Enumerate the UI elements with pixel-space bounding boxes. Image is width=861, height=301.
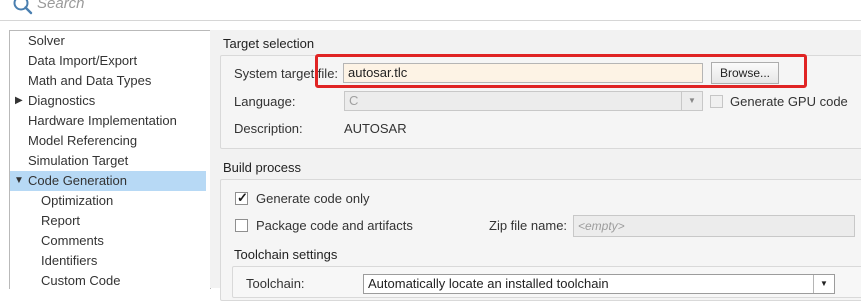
search-bar[interactable]: Search	[0, 0, 861, 21]
tree-item-code-generation[interactable]: ▼ Code Generation	[10, 171, 206, 191]
language-select[interactable]: C ▼	[344, 91, 703, 111]
tree-item-math-data-types[interactable]: Math and Data Types	[10, 71, 206, 91]
language-value: C	[349, 93, 359, 108]
tree-item-label: Optimization	[41, 193, 114, 208]
tree-item-label: Model Referencing	[28, 133, 138, 148]
tree-item-label: Data Import/Export	[28, 53, 138, 68]
tree-item-custom-code[interactable]: Custom Code	[10, 271, 206, 289]
description-label: Description:	[234, 121, 303, 136]
tree-item-solver[interactable]: Solver	[10, 31, 206, 51]
tree-item-label: Diagnostics	[28, 93, 96, 108]
package-code-label: Package code and artifacts	[256, 218, 413, 233]
tree-item-label: Simulation Target	[28, 153, 129, 168]
zip-file-name-label: Zip file name:	[489, 218, 568, 233]
package-code-checkbox[interactable]	[235, 219, 248, 232]
toolchain-select[interactable]: Automatically locate an installed toolch…	[363, 274, 835, 294]
generate-code-only-label: Generate code only	[256, 191, 370, 206]
generate-gpu-label: Generate GPU code	[730, 94, 848, 109]
toolchain-value: Automatically locate an installed toolch…	[368, 276, 609, 291]
tree-item-data-import-export[interactable]: Data Import/Export	[10, 51, 206, 71]
tree-item-label: Solver	[28, 33, 65, 48]
chevron-down-icon: ▼	[681, 92, 702, 110]
language-label: Language:	[234, 94, 296, 109]
tree-item-label: Hardware Implementation	[28, 113, 177, 128]
toolchain-settings-title: Toolchain settings	[234, 247, 338, 262]
tree-item-identifiers[interactable]: Identifiers	[10, 251, 206, 271]
tree-item-model-referencing[interactable]: Model Referencing	[10, 131, 206, 151]
tree-item-optimization[interactable]: Optimization	[10, 191, 206, 211]
tree-item-label: Identifiers	[41, 253, 98, 268]
tree-item-label: Report	[41, 213, 81, 228]
highlight-box	[315, 54, 807, 88]
tree-item-label: Custom Code	[41, 273, 121, 288]
description-value: AUTOSAR	[344, 121, 407, 136]
generate-code-only-checkbox[interactable]	[235, 190, 248, 206]
tree-item-label: Math and Data Types	[28, 73, 152, 88]
collapse-arrow-icon[interactable]: ▼	[14, 171, 24, 191]
search-input[interactable]: Search	[37, 0, 85, 12]
toolchain-label: Toolchain:	[246, 276, 305, 291]
tree-item-label: Comments	[41, 233, 104, 248]
tree-item-hardware-implementation[interactable]: Hardware Implementation	[10, 111, 206, 131]
chevron-down-icon: ▼	[813, 275, 834, 293]
tree-item-report[interactable]: Report	[10, 211, 206, 231]
search-icon	[13, 0, 33, 15]
expand-arrow-icon[interactable]: ▶	[15, 91, 23, 111]
zip-file-name-input[interactable]: <empty>	[573, 215, 855, 237]
config-tree: Solver Data Import/Export Math and Data …	[9, 30, 211, 289]
build-process-title: Build process	[223, 160, 302, 175]
target-selection-title: Target selection	[223, 36, 315, 51]
tree-item-simulation-target[interactable]: Simulation Target	[10, 151, 206, 171]
tree-item-comments[interactable]: Comments	[10, 231, 206, 251]
tree-item-label: Code Generation	[28, 173, 128, 188]
generate-gpu-checkbox[interactable]	[710, 95, 723, 108]
tree-item-diagnostics[interactable]: ▶ Diagnostics	[10, 91, 206, 111]
